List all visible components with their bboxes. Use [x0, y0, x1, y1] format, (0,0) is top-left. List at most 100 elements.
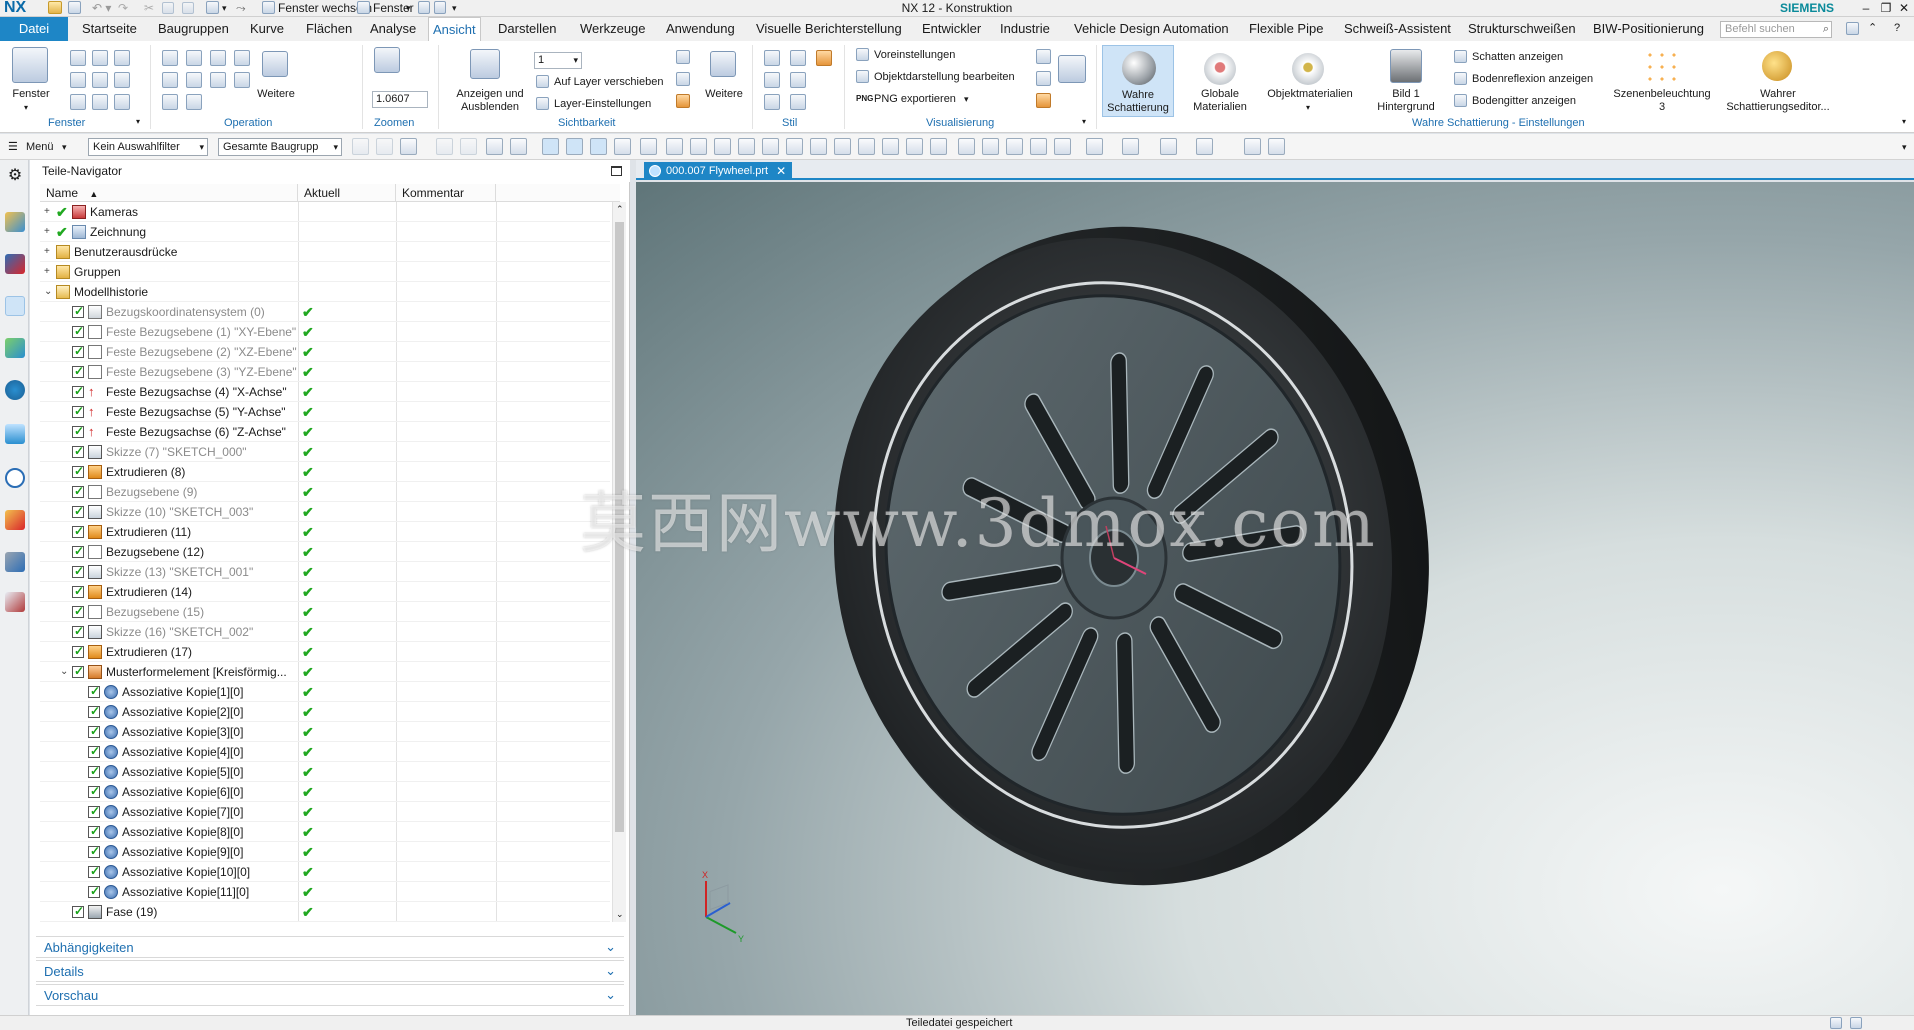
- chevron-down-icon[interactable]: ▾: [24, 101, 28, 114]
- visibility-checkbox[interactable]: [72, 644, 84, 658]
- gear-icon[interactable]: ⚙: [5, 166, 25, 186]
- visibility-checkbox[interactable]: [88, 724, 100, 738]
- visibility-checkbox[interactable]: [88, 764, 100, 778]
- tree-row[interactable]: Assoziative Kopie[3][0] ✔: [40, 722, 610, 742]
- export-png-button[interactable]: PNG exportieren: [874, 92, 956, 106]
- expand-toggle-icon[interactable]: +: [44, 206, 50, 218]
- tree-row[interactable]: Skizze (10) "SKETCH_003" ✔: [40, 502, 610, 522]
- studio-icon[interactable]: [816, 50, 832, 66]
- visibility-checkbox[interactable]: [88, 844, 100, 858]
- tree-row[interactable]: Extrudieren (11) ✔: [40, 522, 610, 542]
- tree-row[interactable]: Assoziative Kopie[10][0] ✔: [40, 862, 610, 882]
- move-to-layer-button[interactable]: Auf Layer verschieben: [554, 75, 663, 89]
- visibility-icon[interactable]: [676, 50, 690, 64]
- tree-row[interactable]: + Benutzerausdrücke: [40, 242, 610, 262]
- visibility-checkbox[interactable]: [88, 784, 100, 798]
- collapse-ribbon-icon[interactable]: ⌃: [1868, 21, 1877, 35]
- system-scenes-icon[interactable]: [5, 592, 25, 612]
- close-button[interactable]: ✕: [1894, 0, 1914, 16]
- visibility-checkbox[interactable]: [72, 344, 84, 358]
- paste-icon[interactable]: [182, 2, 194, 14]
- tree-row[interactable]: + ✔ Zeichnung: [40, 222, 610, 242]
- display-mode-icon[interactable]: [1036, 49, 1051, 64]
- rotate-icon[interactable]: [162, 72, 178, 88]
- intersection-icon[interactable]: [690, 138, 707, 155]
- cut-icon[interactable]: ✂: [144, 1, 154, 15]
- chevron-down-icon[interactable]: ▾: [1902, 115, 1906, 129]
- fit-view-icon[interactable]: [958, 138, 975, 155]
- tree-row[interactable]: ↑ Feste Bezugsachse (6) "Z-Achse" ✔: [40, 422, 610, 442]
- true-shading-icon[interactable]: [1122, 51, 1156, 85]
- background-image-button[interactable]: Bild 1 Hintergrund: [1368, 88, 1444, 114]
- visibility-checkbox[interactable]: [72, 364, 84, 378]
- restore-icon[interactable]: [611, 166, 622, 176]
- more-icon[interactable]: [262, 51, 288, 77]
- invert-visibility-icon[interactable]: [676, 94, 690, 108]
- show-hide-icon[interactable]: [470, 49, 500, 79]
- shading-editor-button[interactable]: Wahrer Schattierungseditor...: [1722, 88, 1834, 114]
- tree-row[interactable]: Assoziative Kopie[11][0] ✔: [40, 882, 610, 902]
- expand-toggle-icon[interactable]: +: [44, 266, 50, 278]
- move-to-layer-icon[interactable]: [536, 75, 549, 88]
- tree-row[interactable]: + Gruppen: [40, 262, 610, 282]
- chevron-down-icon[interactable]: ▾: [1902, 140, 1907, 154]
- perspective-icon[interactable]: [210, 72, 226, 88]
- visibility-checkbox[interactable]: [72, 444, 84, 458]
- visibility-checkbox[interactable]: [72, 484, 84, 498]
- tab-schweiss-assistent[interactable]: Schweiß-Assistent: [1340, 17, 1455, 41]
- column-header-kommentar[interactable]: Kommentar: [396, 184, 496, 202]
- render-icon[interactable]: [1036, 93, 1051, 108]
- visibility-checkbox[interactable]: [72, 464, 84, 478]
- visibility-checkbox[interactable]: [88, 744, 100, 758]
- visibility-checkbox[interactable]: [72, 584, 84, 598]
- true-shading-button[interactable]: Wahre Schattierung: [1102, 89, 1174, 115]
- tab-entwickler[interactable]: Entwickler: [918, 17, 985, 41]
- existing-point-icon[interactable]: [882, 138, 899, 155]
- shaded-edges-icon[interactable]: [764, 50, 780, 66]
- document-tab[interactable]: 000.007 Flywheel.prt ✕: [644, 162, 793, 180]
- point-on-face-icon[interactable]: [834, 138, 851, 155]
- expand-toggle-icon[interactable]: ⌄: [44, 286, 52, 298]
- scroll-up-icon[interactable]: ⌃: [616, 204, 624, 215]
- wireframe-icon[interactable]: [764, 72, 780, 88]
- layout-left-icon[interactable]: [70, 72, 86, 88]
- tree-row[interactable]: Assoziative Kopie[7][0] ✔: [40, 802, 610, 822]
- tree-row[interactable]: Assoziative Kopie[5][0] ✔: [40, 762, 610, 782]
- fenster-button[interactable]: Fenster: [8, 88, 54, 101]
- layer-visibility-icon[interactable]: [676, 72, 690, 86]
- web-browser-icon[interactable]: [5, 424, 25, 444]
- layout-grid-icon[interactable]: [92, 94, 108, 110]
- tree-row[interactable]: Skizze (13) "SKETCH_001" ✔: [40, 562, 610, 582]
- visibility-checkbox[interactable]: [72, 904, 84, 918]
- end-point-icon[interactable]: [614, 138, 631, 155]
- visibility-checkbox[interactable]: [88, 884, 100, 898]
- tree-row[interactable]: Extrudieren (14) ✔: [40, 582, 610, 602]
- visibility-checkbox[interactable]: [88, 824, 100, 838]
- tab-visuelle-berichterstellung[interactable]: Visuelle Berichterstellung: [752, 17, 906, 41]
- bounded-grid-icon[interactable]: [858, 138, 875, 155]
- face-analysis-icon[interactable]: [790, 94, 806, 110]
- cube-view-icon[interactable]: [1058, 55, 1086, 83]
- panel-dependencies[interactable]: Abhängigkeiten ⌄: [36, 936, 624, 958]
- tab-werkzeuge[interactable]: Werkzeuge: [576, 17, 650, 41]
- weitere-button[interactable]: Weitere: [256, 88, 296, 101]
- component-icon[interactable]: [1268, 138, 1285, 155]
- column-header-name[interactable]: Name ▲: [40, 184, 298, 202]
- expand-toggle-icon[interactable]: +: [44, 246, 50, 258]
- layout-six-icon[interactable]: [114, 94, 130, 110]
- show-hide-button[interactable]: Anzeigen und Ausblenden: [450, 88, 530, 114]
- save-icon[interactable]: [68, 1, 81, 14]
- layout-single-icon[interactable]: [70, 50, 86, 66]
- view-orient-icon[interactable]: [186, 72, 202, 88]
- tree-row[interactable]: Skizze (16) "SKETCH_002" ✔: [40, 622, 610, 642]
- tab-flaechen[interactable]: Flächen: [302, 17, 356, 41]
- grid-icon[interactable]: [234, 50, 250, 66]
- help-icon[interactable]: ?: [1894, 21, 1900, 35]
- tree-row[interactable]: Extrudieren (17) ✔: [40, 642, 610, 662]
- point-on-curve-icon[interactable]: [810, 138, 827, 155]
- tab-darstellen[interactable]: Darstellen: [494, 17, 561, 41]
- visibility-checkbox[interactable]: [72, 524, 84, 538]
- zoom-value-field[interactable]: 1.0607: [372, 91, 428, 108]
- selection-scope-select[interactable]: Gesamte Baugrupp ▾: [218, 138, 342, 156]
- layout-four-icon[interactable]: [114, 50, 130, 66]
